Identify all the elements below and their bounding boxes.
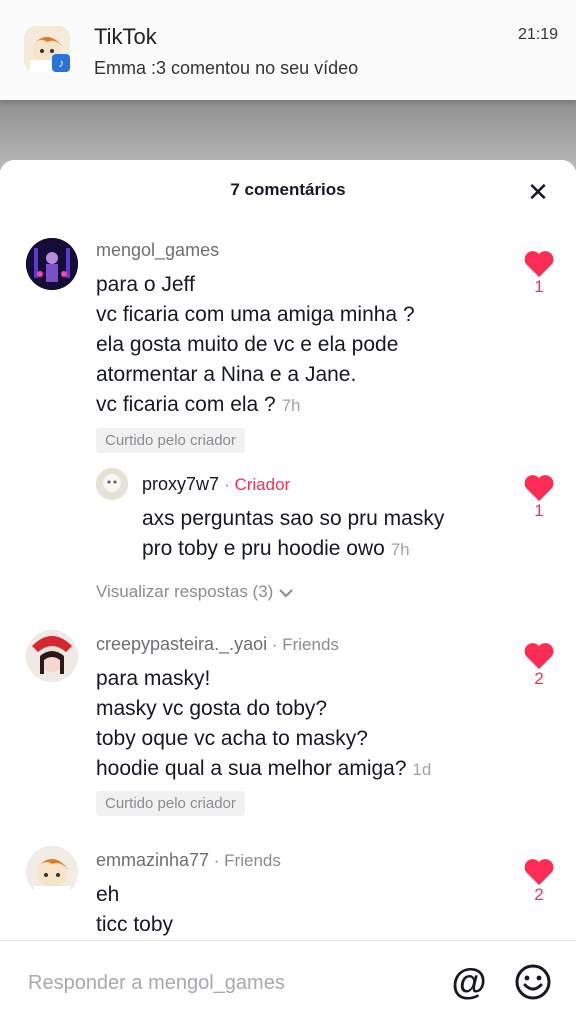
like-button[interactable]: 2 bbox=[523, 642, 555, 689]
like-count: 2 bbox=[534, 885, 544, 904]
heart-icon bbox=[524, 475, 554, 501]
friends-tag: Friends bbox=[282, 635, 339, 654]
comment-username[interactable]: emmazinha77 · Friends bbox=[96, 850, 281, 871]
like-button[interactable]: 1 bbox=[523, 250, 555, 297]
chevron-down-icon bbox=[279, 588, 293, 597]
reply-bar: @ bbox=[0, 940, 576, 1025]
comments-count-title: 7 comentários bbox=[230, 180, 346, 199]
comment-time: 7h bbox=[390, 540, 410, 559]
comment-text: para masky! masky vc gosta do toby? toby… bbox=[96, 667, 432, 780]
notification-app-name: TikTok bbox=[94, 24, 157, 49]
heart-icon bbox=[524, 859, 554, 885]
notification-time: 21:19 bbox=[517, 26, 558, 43]
liked-by-creator-badge: Curtido pelo criador bbox=[96, 428, 245, 453]
tiktok-badge-icon: ♪ bbox=[52, 54, 70, 72]
like-count: 2 bbox=[534, 669, 544, 688]
friends-tag: Friends bbox=[224, 851, 281, 870]
comment-time: 1d bbox=[412, 760, 432, 779]
notification-banner[interactable]: ♪ TikTok Emma :3 comentou no seu vídeo 2… bbox=[0, 0, 576, 100]
emoji-icon[interactable] bbox=[514, 963, 552, 1001]
close-icon[interactable]: ✕ bbox=[524, 178, 552, 206]
heart-icon bbox=[524, 251, 554, 277]
like-button[interactable]: 2 bbox=[523, 858, 555, 905]
comment-text: eh ticc toby bbox=[96, 883, 174, 936]
comment-username[interactable]: proxy7w7 · Criador bbox=[142, 474, 290, 495]
avatar[interactable] bbox=[26, 238, 78, 290]
like-count: 1 bbox=[534, 501, 544, 520]
avatar[interactable] bbox=[96, 468, 128, 500]
comments-sheet: 7 comentários ✕ mengol_games para o Jeff… bbox=[0, 160, 576, 1024]
heart-icon bbox=[524, 643, 554, 669]
comment-text: axs perguntas sao so pru masky pro toby … bbox=[142, 507, 445, 560]
comment-time: 7h bbox=[281, 396, 301, 415]
avatar[interactable] bbox=[26, 630, 78, 682]
view-replies-button[interactable]: Visualizar respostas (3) bbox=[96, 582, 294, 602]
comment-username[interactable]: creepypasteira._.yaoi · Friends bbox=[96, 634, 339, 655]
avatar[interactable] bbox=[26, 846, 78, 898]
notification-message: Emma :3 comentou no seu vídeo bbox=[94, 58, 359, 78]
comment-username[interactable]: mengol_games bbox=[96, 240, 219, 261]
like-count: 1 bbox=[534, 277, 544, 296]
like-button[interactable]: 1 bbox=[523, 474, 555, 521]
comment-text: para o Jeff vc ficaria com uma amiga min… bbox=[96, 273, 415, 416]
at-icon[interactable]: @ bbox=[450, 963, 488, 1001]
liked-by-creator-badge: Curtido pelo criador bbox=[96, 791, 245, 816]
reply-input[interactable] bbox=[26, 971, 430, 996]
creator-label: Criador bbox=[234, 475, 291, 494]
